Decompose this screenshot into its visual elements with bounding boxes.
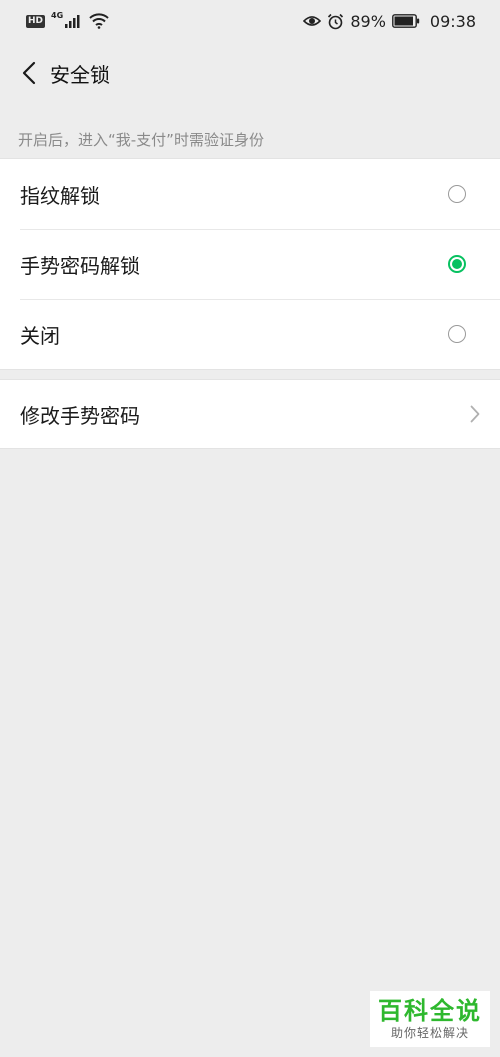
modify-gesture-password-row[interactable]: 修改手势密码 [0,379,500,449]
option-label: 手势密码解锁 [20,253,140,278]
radio-button-checked[interactable] [448,255,466,273]
option-off[interactable]: 关闭 [0,299,500,369]
eye-icon [303,16,322,26]
status-left: HD 4G [26,10,109,29]
back-button[interactable] [12,56,46,90]
alarm-icon [328,13,344,29]
modify-gesture-label: 修改手势密码 [20,403,140,428]
page-title: 安全锁 [50,62,110,87]
battery-percent: 89% [350,11,386,31]
status-bar: HD 4G 89% 09:38 [0,0,500,42]
option-gesture-unlock[interactable]: 手势密码解锁 [0,229,500,299]
back-arrow-icon [22,61,36,85]
wifi-icon [89,13,109,29]
signal-icon [65,15,80,28]
clock: 09:38 [429,11,476,31]
radio-button[interactable] [448,325,466,343]
hd-badge: HD [26,14,46,28]
watermark-title: 百科全说 [378,997,482,1025]
option-label: 指纹解锁 [20,183,100,208]
battery-icon [391,14,420,28]
radio-button[interactable] [448,185,466,203]
watermark-subtitle: 助你轻松解决 [390,1026,469,1040]
option-fingerprint-unlock[interactable]: 指纹解锁 [0,159,500,229]
status-right: 89% 09:38 [303,12,476,31]
network-type: 4G [51,10,64,20]
watermark-logo: 百科全说 助你轻松解决 [370,991,490,1047]
section-description: 开启后，进入“我-支付”时需验证身份 [18,131,264,149]
unlock-options: 指纹解锁 手势密码解锁 关闭 [0,158,500,370]
title-bar: 安全锁 [0,42,500,104]
chevron-right-icon [468,404,482,424]
option-label: 关闭 [20,323,60,348]
